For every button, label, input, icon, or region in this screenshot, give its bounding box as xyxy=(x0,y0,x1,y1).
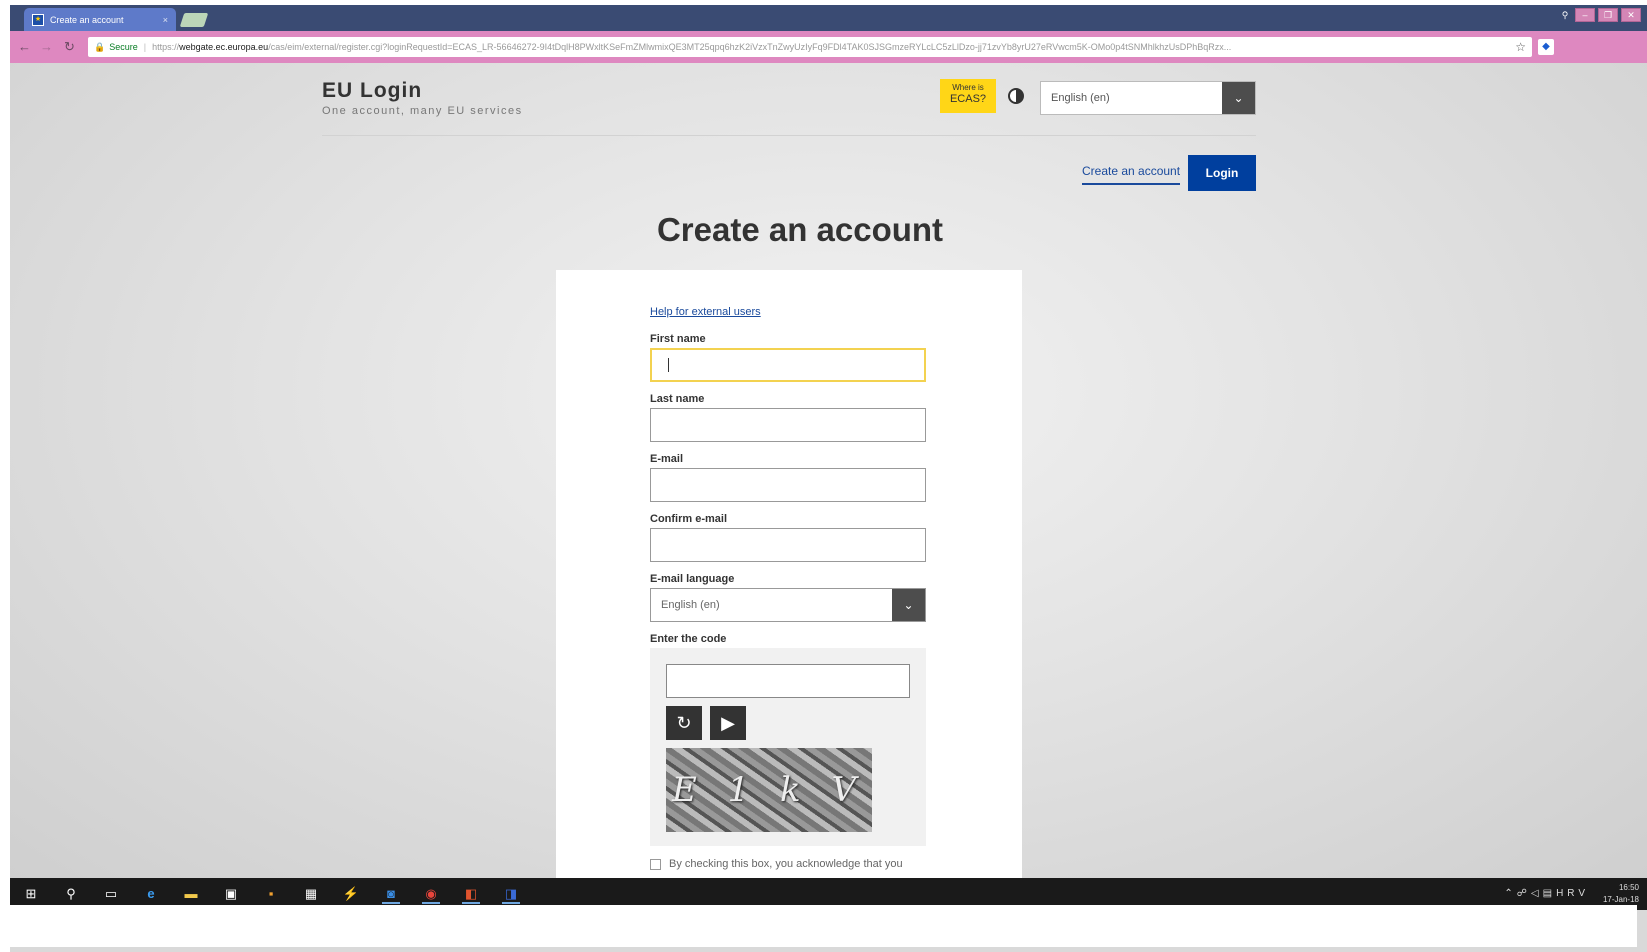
last-name-label: Last name xyxy=(650,393,705,405)
tray-chevron-icon[interactable]: ⌃ xyxy=(1504,888,1516,899)
chevron-down-icon[interactable]: ⌄ xyxy=(1222,82,1255,114)
consent-text: By checking this box, you acknowledge th… xyxy=(669,858,903,870)
file-explorer-icon[interactable]: ▬ xyxy=(182,886,200,902)
calculator-icon[interactable]: ▦ xyxy=(302,886,320,902)
contrast-toggle-icon[interactable] xyxy=(1008,88,1024,104)
email-language-value: English (en) xyxy=(661,599,720,611)
page-title: Create an account xyxy=(656,211,944,248)
language-select[interactable]: English (en) ⌄ xyxy=(1040,81,1256,115)
url-path: /cas/eim/external/register.cgi?loginRequ… xyxy=(268,42,1232,52)
user-icon[interactable]: ⚲ xyxy=(1558,9,1572,21)
first-name-input[interactable] xyxy=(650,348,926,382)
network-icon[interactable]: ☍ xyxy=(1517,888,1531,899)
media-icon[interactable]: ▪ xyxy=(262,886,280,902)
eu-flag-icon: ★ xyxy=(32,13,44,26)
browser-tab-active[interactable]: ★ Create an account × xyxy=(24,8,176,31)
refresh-captcha-icon[interactable]: ↻ xyxy=(666,706,702,740)
captcha-input[interactable] xyxy=(666,664,910,698)
word-icon[interactable]: ◨ xyxy=(502,886,520,904)
tab-close-icon[interactable]: × xyxy=(163,15,168,25)
outlook-icon[interactable]: ◙ xyxy=(382,886,400,904)
captcha-image: E 1 k V xyxy=(666,748,872,832)
task-view-icon[interactable]: ▭ xyxy=(102,886,120,902)
clock[interactable]: 16:50 17-Jan-18 xyxy=(1603,882,1639,906)
screen: ★ Create an account × ⚲ – ❐ ✕ ← → ↻ 🔒 Sec… xyxy=(10,5,1647,952)
email-label: E-mail xyxy=(650,453,684,465)
login-button[interactable]: Login xyxy=(1188,155,1256,191)
email-language-label: E-mail language xyxy=(650,573,735,585)
app-icon[interactable]: ⚡ xyxy=(342,886,360,902)
app-title: EU Login xyxy=(322,79,423,102)
create-account-link[interactable]: Create an account xyxy=(1082,164,1181,185)
enter-code-label: Enter the code xyxy=(650,633,727,645)
notification-icon[interactable]: ▤ xyxy=(1543,888,1556,899)
header-divider xyxy=(322,135,1256,136)
tray-language[interactable]: HRV xyxy=(1556,888,1589,899)
powerpoint-icon[interactable]: ◧ xyxy=(462,886,480,904)
email-input[interactable] xyxy=(650,468,926,502)
secure-label: Secure xyxy=(109,42,138,52)
url-scheme: https:// xyxy=(152,42,180,52)
edge-icon[interactable]: e xyxy=(142,886,160,902)
address-bar[interactable]: 🔒 Secure | https://webgate.ec.europa.eu/cas… xyxy=(88,37,1532,57)
play-audio-icon[interactable]: ▶ xyxy=(710,706,746,740)
url-host: webgate.ec.europa.eu xyxy=(179,42,269,52)
confirm-email-input[interactable] xyxy=(650,528,926,562)
ecas-line2: ECAS? xyxy=(949,92,987,105)
system-tray[interactable]: ⌃☍◁▤HRV xyxy=(1504,888,1589,899)
new-tab-button[interactable] xyxy=(179,13,209,27)
search-icon[interactable]: ⚲ xyxy=(62,886,80,902)
consent-row: By checking this box, you acknowledge th… xyxy=(650,858,903,870)
app-subtitle: One account, many EU services xyxy=(322,105,523,117)
text-caret xyxy=(668,358,669,372)
windows-start-icon[interactable]: ⊞ xyxy=(22,886,40,902)
window-controls: ⚲ – ❐ ✕ xyxy=(1558,8,1641,22)
confirm-email-label: Confirm e-mail xyxy=(650,513,728,525)
minimize-icon[interactable]: – xyxy=(1575,8,1595,22)
extension-icon[interactable]: ◆ xyxy=(1538,39,1554,55)
registration-form-card: Help for external users First name Last … xyxy=(556,270,1022,878)
forward-arrow-icon[interactable]: → xyxy=(40,39,53,54)
consent-checkbox[interactable] xyxy=(650,858,661,870)
page-viewport: EU Login One account, many EU services W… xyxy=(10,63,1647,878)
where-is-ecas-button[interactable]: Where is ECAS? xyxy=(940,79,996,113)
captcha-box: ↻ ▶ E 1 k V xyxy=(650,648,926,846)
browser-tab-strip: ★ Create an account × ⚲ – ❐ ✕ xyxy=(10,5,1647,31)
volume-icon[interactable]: ◁ xyxy=(1531,888,1543,899)
first-name-label: First name xyxy=(650,333,706,345)
brand: EU Login One account, many EU services xyxy=(322,79,523,117)
last-name-input[interactable] xyxy=(650,408,926,442)
close-window-icon[interactable]: ✕ xyxy=(1621,8,1641,22)
chevron-down-icon[interactable]: ⌄ xyxy=(892,589,925,621)
bookmark-star-icon[interactable]: ☆ xyxy=(1515,37,1526,57)
browser-toolbar: ← → ↻ 🔒 Secure | https://webgate.ec.europa.… xyxy=(10,31,1647,63)
chrome-icon[interactable]: ◉ xyxy=(422,886,440,904)
language-value: English (en) xyxy=(1051,92,1110,104)
screenshot-margin xyxy=(0,905,1637,947)
lock-icon: 🔒 xyxy=(94,42,106,52)
clock-time: 16:50 xyxy=(1618,883,1639,892)
captcha-text: E 1 k V xyxy=(671,770,867,810)
store-icon[interactable]: ▣ xyxy=(222,886,240,902)
maximize-icon[interactable]: ❐ xyxy=(1598,8,1618,22)
ecas-line1: Where is xyxy=(952,83,984,92)
email-language-select[interactable]: English (en) ⌄ xyxy=(650,588,926,622)
help-external-users-link[interactable]: Help for external users xyxy=(650,306,761,318)
tab-title: Create an account xyxy=(50,14,124,25)
reload-icon[interactable]: ↻ xyxy=(64,39,75,55)
back-arrow-icon[interactable]: ← xyxy=(18,39,31,54)
